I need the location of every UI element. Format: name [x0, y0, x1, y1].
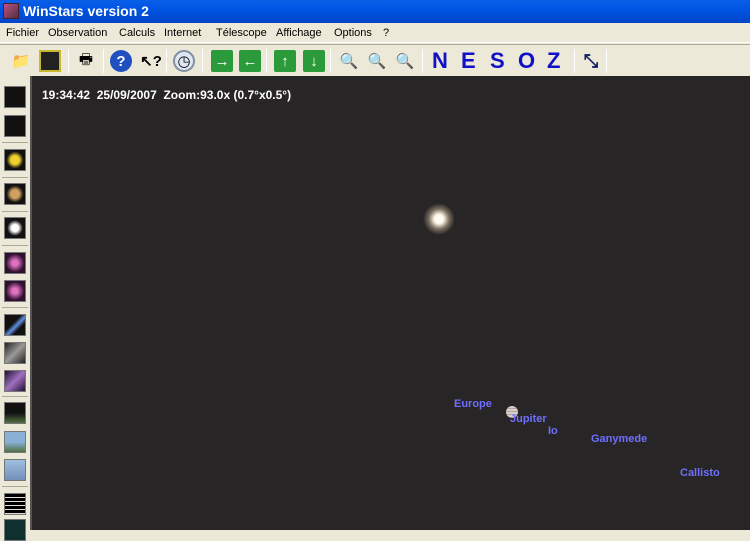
landscape-icon[interactable]	[4, 431, 26, 453]
context-help-icon[interactable]: ↖?	[140, 50, 162, 72]
zoom-reset-icon[interactable]: 🔍	[394, 50, 416, 72]
arrow-left-icon[interactable]: ←	[239, 50, 261, 72]
label-ganymede[interactable]: Ganymede	[591, 433, 647, 445]
zenith-button[interactable]: Z	[547, 48, 560, 74]
menu-affichage[interactable]: Affichage	[276, 27, 322, 39]
arrow-down-icon[interactable]: ↓	[303, 50, 325, 72]
scale-icon[interactable]	[4, 493, 26, 515]
save-icon[interactable]	[39, 50, 61, 72]
constellation-settings-icon[interactable]	[4, 115, 26, 137]
planet-icon[interactable]	[4, 183, 26, 205]
zoom-out-icon[interactable]: 🔍	[366, 50, 388, 72]
menu-options[interactable]: Options	[334, 27, 372, 39]
zoom-readout: Zoom:93.0x (0.7°x0.5°)	[163, 88, 292, 102]
label-jupiter[interactable]: Jupiter	[510, 413, 547, 425]
menu-fichier[interactable]: Fichier	[6, 27, 39, 39]
north-button[interactable]: N	[432, 48, 448, 74]
south-button[interactable]: S	[490, 48, 505, 74]
menu-telescope[interactable]: Télescope	[216, 27, 267, 39]
print-icon[interactable]: 🖶	[75, 50, 97, 72]
fullscreen-icon[interactable]: ⤡	[580, 50, 602, 72]
clock-icon[interactable]: ◷	[173, 50, 195, 72]
label-callisto[interactable]: Callisto	[680, 467, 720, 479]
title-bar: WinStars version 2	[0, 0, 750, 23]
east-button[interactable]: E	[461, 48, 476, 74]
menu-observation[interactable]: Observation	[48, 27, 107, 39]
help-icon[interactable]: ?	[110, 50, 132, 72]
info-readout: 19:34:42 25/09/2007 Zoom:93.0x (0.7°x0.5…	[42, 88, 291, 102]
nebula-settings-icon[interactable]	[4, 280, 26, 302]
menu-bar: Fichier Observation Calculs Internet Tél…	[0, 23, 750, 43]
side-toolbar	[0, 76, 30, 541]
sky-view[interactable]: 19:34:42 25/09/2007 Zoom:93.0x (0.7°x0.5…	[30, 76, 750, 530]
asteroid-icon[interactable]	[4, 342, 26, 364]
moon-icon[interactable]	[4, 217, 26, 239]
open-folder-icon[interactable]: 📁	[10, 50, 32, 72]
zoom-in-icon[interactable]: 🔍	[338, 50, 360, 72]
date: 25/09/2007	[96, 88, 157, 102]
menu-calculs[interactable]: Calculs	[119, 27, 155, 39]
grid-icon[interactable]	[4, 519, 26, 541]
label-io[interactable]: Io	[548, 425, 558, 437]
west-button[interactable]: O	[518, 48, 535, 74]
horizon-icon[interactable]	[4, 402, 26, 424]
constellation-icon[interactable]	[4, 86, 26, 108]
window-title: WinStars version 2	[23, 3, 149, 19]
atmosphere-icon[interactable]	[4, 459, 26, 481]
star-glow[interactable]	[423, 203, 455, 235]
time: 19:34:42	[42, 88, 91, 102]
nebula-icon[interactable]	[4, 252, 26, 274]
label-europe[interactable]: Europe	[454, 398, 492, 410]
comet-icon[interactable]	[4, 314, 26, 336]
toolbar: 📁 🖶 ? ↖? ◷ → ← ↑ ↓ 🔍 🔍 🔍 N E S O Z ⤡	[0, 44, 750, 76]
milky-way-icon[interactable]	[4, 370, 26, 392]
arrow-right-icon[interactable]: →	[211, 50, 233, 72]
star-icon[interactable]	[4, 149, 26, 171]
menu-internet[interactable]: Internet	[164, 27, 201, 39]
app-icon	[3, 3, 19, 19]
menu-help[interactable]: ?	[383, 27, 389, 39]
arrow-up-icon[interactable]: ↑	[274, 50, 296, 72]
